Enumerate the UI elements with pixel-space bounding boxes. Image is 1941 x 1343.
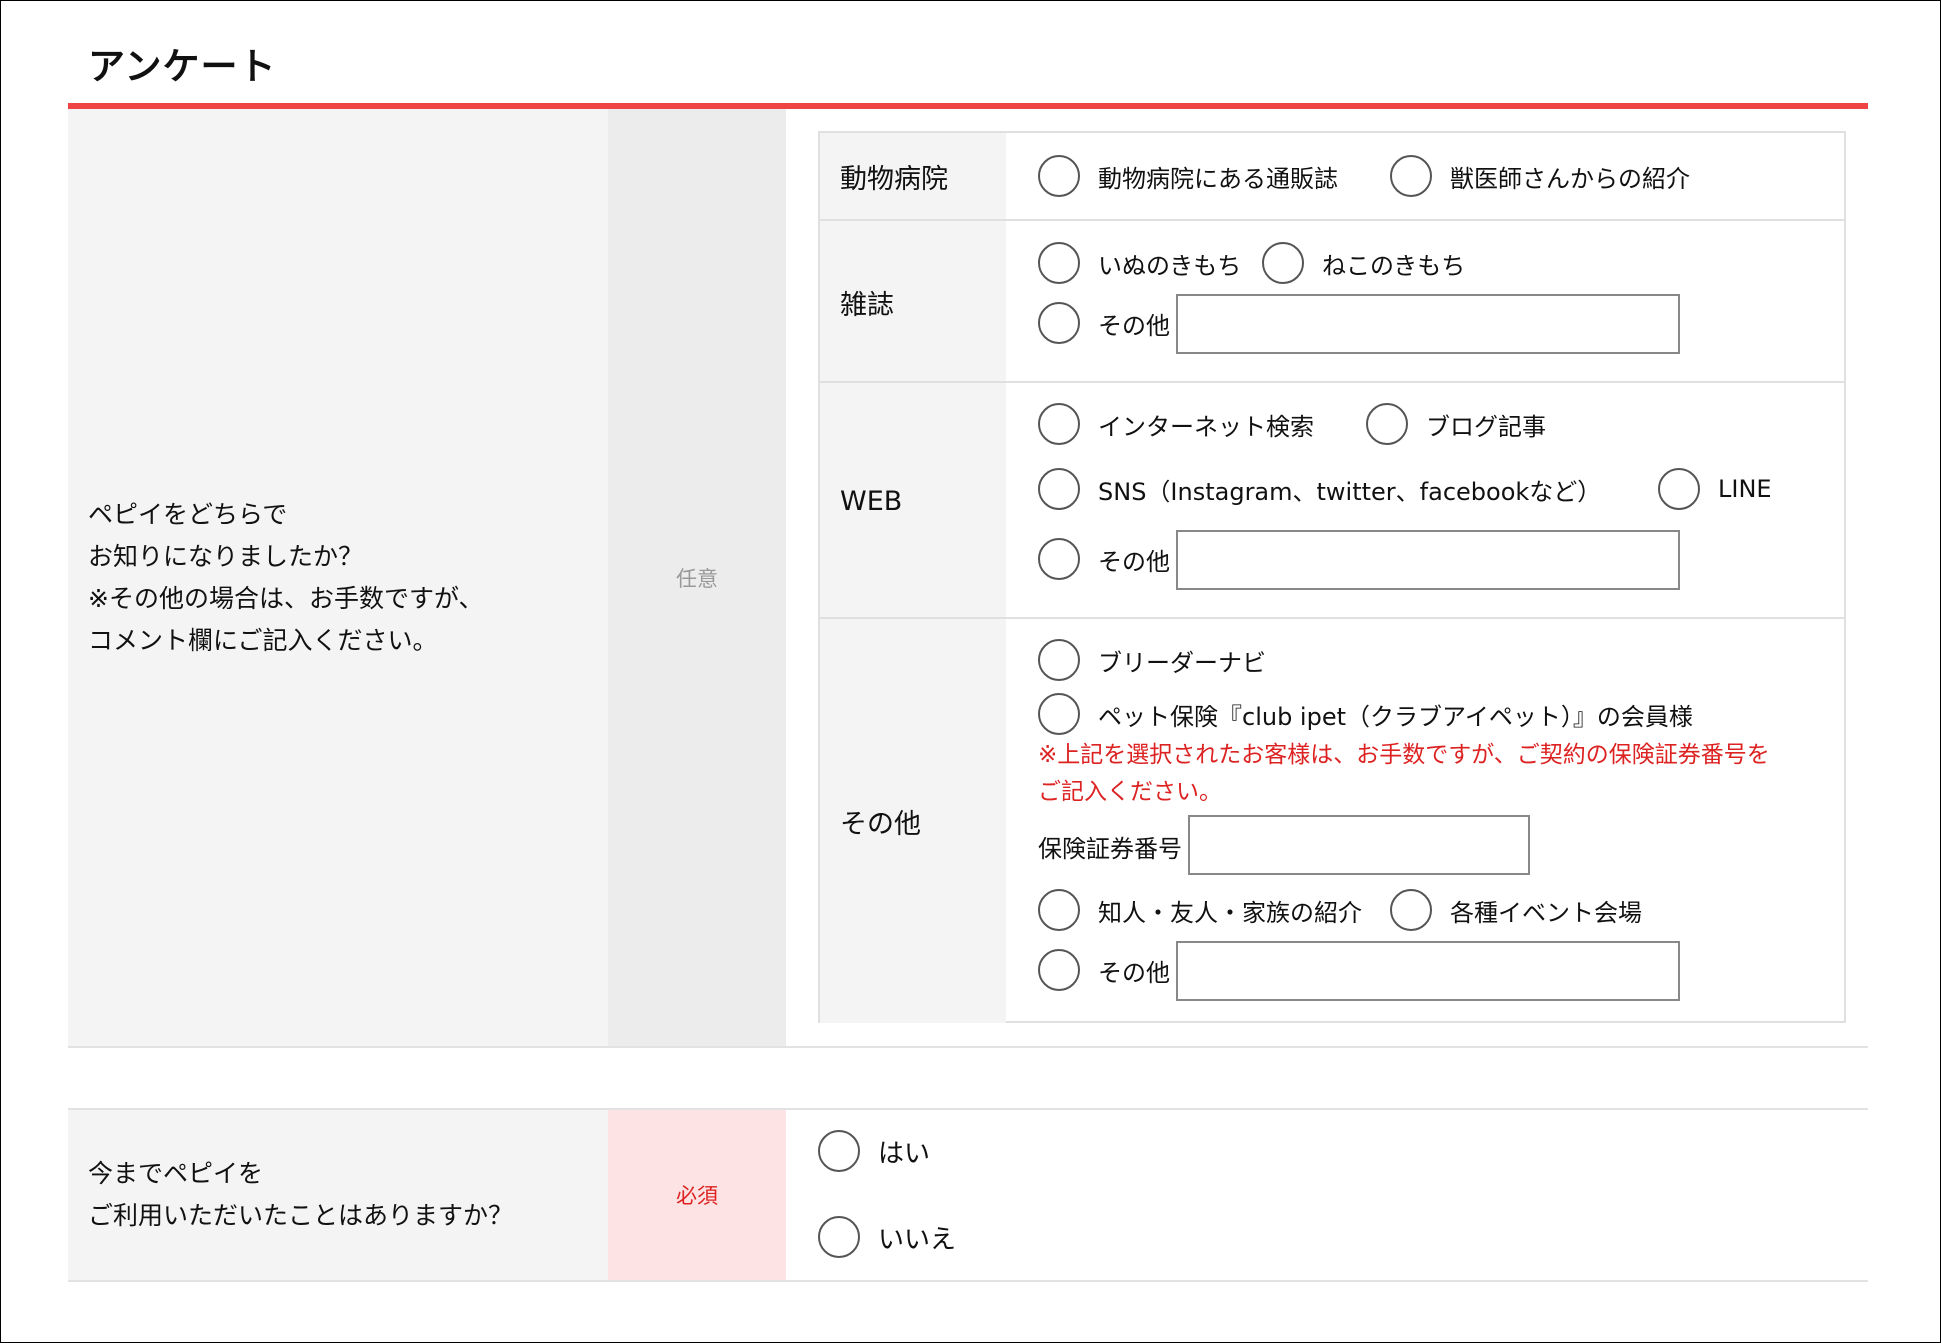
radio-web-sns[interactable]: SNS（Instagram、twitter、facebookなど）: [1038, 466, 1601, 512]
other-other-input[interactable]: [1176, 941, 1680, 1001]
radio-circle[interactable]: [1390, 889, 1432, 931]
magazine-other-input[interactable]: [1176, 294, 1680, 354]
q1-label-line: お知りになりましたか？: [88, 542, 364, 571]
q1-optional-badge: 任意: [608, 109, 786, 1047]
radio-other-breeder-navi[interactable]: ブリーダーナビ: [1038, 637, 1266, 683]
web-other-input[interactable]: [1176, 530, 1680, 590]
q1-label-line: ※その他の場合は、お手数ですが、: [88, 584, 484, 613]
row-magazine: 雑誌 いぬのきもち ねこのきもち その他: [820, 219, 1844, 383]
radio-web-other[interactable]: その他: [1038, 536, 1170, 582]
radio-other-club-ipet[interactable]: ペット保険『club ipet（クラブアイペット）』の会員様: [1038, 691, 1693, 737]
q2-label-line: ご利用いただいたことはありますか？: [88, 1201, 514, 1230]
q1-answer-area: 動物病院 動物病院にある通販誌 獣医師さんからの紹介 雑誌 いぬのきもち ねこの…: [786, 109, 1868, 1047]
divider: [68, 1046, 1868, 1048]
radio-circle[interactable]: [1262, 242, 1304, 284]
radio-no[interactable]: いいえ: [818, 1214, 956, 1260]
q2-label: 今までペピイを ご利用いただいたことはありますか？: [68, 1110, 608, 1280]
radio-magazine-neko[interactable]: ねこのきもち: [1262, 240, 1465, 286]
source-subtable: 動物病院 動物病院にある通販誌 獣医師さんからの紹介 雑誌 いぬのきもち ねこの…: [818, 131, 1846, 1023]
row-web-label: WEB: [820, 383, 1006, 619]
radio-circle[interactable]: [1038, 889, 1080, 931]
row-web: WEB インターネット検索 ブログ記事 SNS（Instagram、twitte…: [820, 381, 1844, 619]
radio-circle[interactable]: [818, 1216, 860, 1258]
q1-label: ペピイをどちらで お知りになりましたか？ ※その他の場合は、お手数ですが、 コメ…: [68, 109, 608, 1047]
row-vet: 動物病院 動物病院にある通販誌 獣医師さんからの紹介: [820, 133, 1844, 219]
divider: [68, 1280, 1868, 1282]
radio-circle[interactable]: [1658, 468, 1700, 510]
policy-note: ※上記を選択されたお客様は、お手数ですが、ご契約の保険証券番号をご記入ください。: [1038, 742, 1770, 805]
q1-label-line: コメント欄にご記入ください。: [88, 626, 438, 655]
radio-other-event-venue[interactable]: 各種イベント会場: [1390, 887, 1642, 933]
radio-circle[interactable]: [1038, 302, 1080, 344]
radio-circle[interactable]: [818, 1130, 860, 1172]
radio-circle[interactable]: [1390, 155, 1432, 197]
policy-number-input[interactable]: [1188, 815, 1530, 875]
radio-web-line[interactable]: LINE: [1658, 466, 1772, 512]
radio-circle[interactable]: [1366, 403, 1408, 445]
radio-yes[interactable]: はい: [818, 1128, 930, 1174]
row-magazine-label: 雑誌: [820, 221, 1006, 383]
page-title: アンケート: [88, 45, 277, 88]
radio-other-other[interactable]: その他: [1038, 947, 1170, 993]
radio-circle[interactable]: [1038, 639, 1080, 681]
radio-circle[interactable]: [1038, 693, 1080, 735]
radio-circle[interactable]: [1038, 403, 1080, 445]
q2-answer-area: はい いいえ: [786, 1110, 1868, 1280]
radio-circle[interactable]: [1038, 155, 1080, 197]
radio-circle[interactable]: [1038, 242, 1080, 284]
q2-required-badge: 必須: [608, 1110, 786, 1280]
row-vet-label: 動物病院: [820, 133, 1006, 219]
radio-magazine-inu[interactable]: いぬのきもち: [1038, 240, 1241, 286]
policy-number-label: 保険証券番号: [1038, 835, 1182, 863]
radio-vet-catalog[interactable]: 動物病院にある通販誌: [1038, 153, 1338, 199]
radio-web-search[interactable]: インターネット検索: [1038, 401, 1314, 447]
radio-circle[interactable]: [1038, 468, 1080, 510]
radio-circle[interactable]: [1038, 538, 1080, 580]
radio-other-friend-referral[interactable]: 知人・友人・家族の紹介: [1038, 887, 1362, 933]
q2-label-line: 今までペピイを: [88, 1159, 264, 1188]
radio-web-blog[interactable]: ブログ記事: [1366, 401, 1546, 447]
row-other-label: その他: [820, 619, 1006, 1023]
q1-label-line: ペピイをどちらで: [88, 500, 288, 529]
row-other: その他 ブリーダーナビ ペット保険『club ipet（クラブアイペット）』の会…: [820, 617, 1844, 1023]
radio-vet-referral[interactable]: 獣医師さんからの紹介: [1390, 153, 1690, 199]
radio-magazine-other[interactable]: その他: [1038, 300, 1170, 346]
radio-circle[interactable]: [1038, 949, 1080, 991]
